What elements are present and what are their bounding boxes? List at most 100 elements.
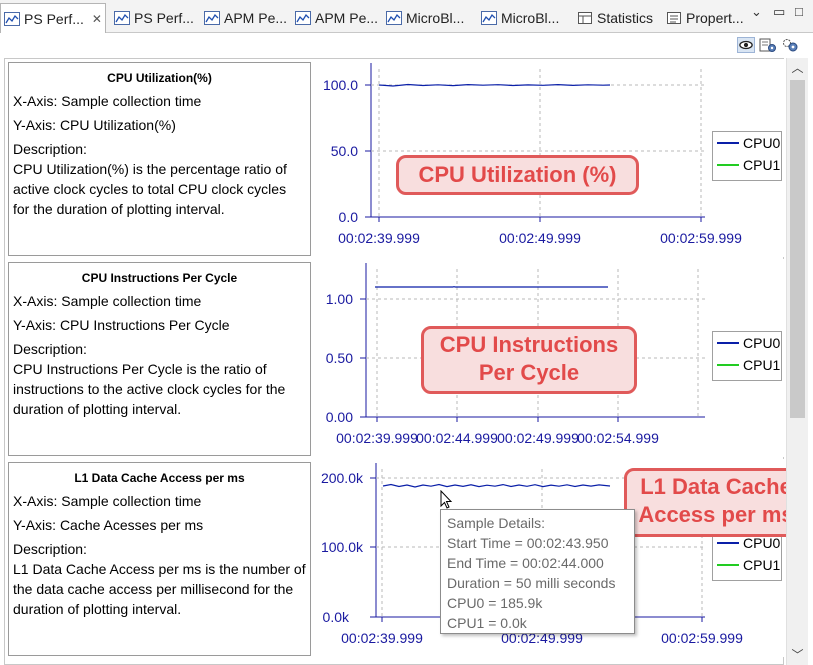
x-axis-label: X-Axis: Sample collection time [13,493,202,509]
x-tick-label: 00:02:54.999 [577,430,659,446]
chart-row-cpu-utilization: CPU Utilization(%) X-Axis: Sample collec… [5,59,785,257]
tab-label: MicroBl... [501,10,560,26]
tab-microblaze-1[interactable]: MicroBl... [383,4,475,32]
tab-label: MicroBl... [406,10,465,26]
maximize-icon[interactable]: □ [795,5,807,18]
legend-label: CPU1 [743,157,781,173]
statistics-icon [578,12,592,24]
series-line-cpu0 [382,483,611,488]
y-tick-label: 0.00 [326,409,353,425]
legend-swatch [717,142,739,144]
chart-row-instructions-per-cycle: CPU Instructions Per Cycle X-Axis: Sampl… [5,259,785,457]
legend-label: CPU0 [743,335,781,351]
y-tick-label: 0.0 [339,209,359,225]
legend-swatch [717,364,739,366]
close-icon[interactable]: ✕ [92,12,102,26]
chart-icon [295,11,311,25]
description-label: Description: [13,341,87,357]
y-tick-label: 200.0k [321,470,364,486]
legend-swatch [717,564,739,566]
chart-legend: CPU0 CPU1 [712,331,782,381]
y-axis-label: Y-Axis: CPU Instructions Per Cycle [13,317,230,333]
configure-icon[interactable] [781,37,799,53]
tooltip-end-time: End Time = 00:02:44.000 [447,555,604,571]
x-tick-label: 00:02:49.999 [499,230,581,246]
chart-icon [204,11,220,25]
x-axis-label: X-Axis: Sample collection time [13,93,202,109]
y-tick-label: 100.0k [321,539,364,555]
legend-label: CPU1 [743,357,781,373]
x-tick-label: 00:02:59.999 [660,230,742,246]
legend-label: CPU1 [743,557,781,573]
chart-icon [4,11,20,26]
tab-ps-perf-2[interactable]: PS Perf... [111,4,197,32]
x-tick-label: 00:02:59.999 [661,630,743,646]
legend-item-cpu1: CPU1 [713,154,781,176]
y-tick-label: 1.00 [326,291,353,307]
tooltip-start-time: Start Time = 00:02:43.950 [447,535,609,551]
y-tick-label: 0.0k [323,609,350,625]
mouse-cursor-icon [440,490,453,509]
scroll-down-icon[interactable]: ﹀ [790,648,805,662]
x-axis-label: X-Axis: Sample collection time [13,293,202,309]
x-tick-label: 00:02:44.999 [416,430,498,446]
performance-charts-panel: CPU Utilization(%) X-Axis: Sample collec… [4,58,785,665]
callout-l1-data-cache: L1 Data Cache Access per ms [624,468,808,537]
y-tick-label: 100.0 [323,77,358,93]
tab-apm-perf-1[interactable]: APM Pe... [201,4,289,32]
legend-swatch [717,542,739,544]
chart-legend: CPU0 CPU1 [712,531,782,581]
tooltip-duration: Duration = 50 milli seconds [447,575,616,591]
chart-description-panel: L1 Data Cache Access per ms X-Axis: Samp… [8,462,311,656]
callout-cpu-utilization: CPU Utilization (%) [396,155,639,195]
tab-label: APM Pe... [315,10,379,26]
description-text: CPU Utilization(%) is the percentage rat… [13,161,287,217]
scroll-up-icon[interactable]: ︿ [790,61,805,75]
tab-microblaze-2[interactable]: MicroBl... [478,4,570,32]
chart-title: CPU Instructions Per Cycle [81,271,238,285]
tab-properties[interactable]: Propert... [663,4,745,32]
legend-label: CPU0 [743,135,781,151]
view-toolbar [0,33,813,58]
tooltip-cpu0-value: CPU0 = 185.9k [447,595,543,611]
legend-item-cpu1: CPU1 [713,554,781,576]
x-tick-label: 00:02:39.999 [341,630,423,646]
x-tick-label: 00:02:39.999 [336,430,418,446]
legend-label: CPU0 [743,535,781,551]
properties-icon [667,12,681,24]
chart-icon [481,11,497,25]
series-line-cpu0 [378,83,611,87]
tab-apm-perf-2[interactable]: APM Pe... [292,4,380,32]
tab-controls: ⌄ ▭ □ [751,5,807,18]
callout-instructions-per-cycle: CPU Instructions Per Cycle [421,326,637,394]
description-label: Description: [13,141,87,157]
tab-statistics[interactable]: Statistics [574,4,660,32]
tab-label: PS Perf... [134,10,194,26]
tooltip-title: Sample Details: [447,515,546,531]
tab-label: Propert... [686,10,744,26]
editor-tab-bar: PS Perf... ✕ PS Perf... APM Pe... APM Pe… [0,0,813,33]
x-tick-label: 00:02:39.999 [338,230,420,246]
y-axis-label: Y-Axis: CPU Utilization(%) [13,117,176,133]
legend-swatch [717,342,739,344]
y-tick-label: 50.0 [331,143,358,159]
description-label: Description: [13,541,87,557]
tab-label: PS Perf... [24,10,84,27]
y-tick-label: 0.50 [326,350,353,366]
view-menu-icon[interactable]: ⌄ [751,5,763,18]
legend-item-cpu0: CPU0 [713,332,781,354]
chart-description-panel: CPU Utilization(%) X-Axis: Sample collec… [8,62,311,256]
minimize-icon[interactable]: ▭ [773,5,785,18]
eye-icon[interactable] [737,37,755,53]
tooltip-cpu1-value: CPU1 = 0.0k [447,615,527,631]
tab-ps-perf-1[interactable]: PS Perf... ✕ [0,3,106,33]
y-axis-label: Y-Axis: Cache Acesses per ms [13,517,204,533]
description-text: CPU Instructions Per Cycle is the ratio … [13,361,286,417]
scrollbar-thumb[interactable] [790,80,805,418]
vertical-scrollbar[interactable]: ︿ ﹀ [786,58,808,665]
chart-title: L1 Data Cache Access per ms [74,471,245,485]
chart-legend: CPU0 CPU1 [712,131,782,181]
chart-title: CPU Utilization(%) [107,71,212,85]
settings-icon[interactable] [759,37,777,53]
x-tick-label: 00:02:49.999 [497,430,579,446]
